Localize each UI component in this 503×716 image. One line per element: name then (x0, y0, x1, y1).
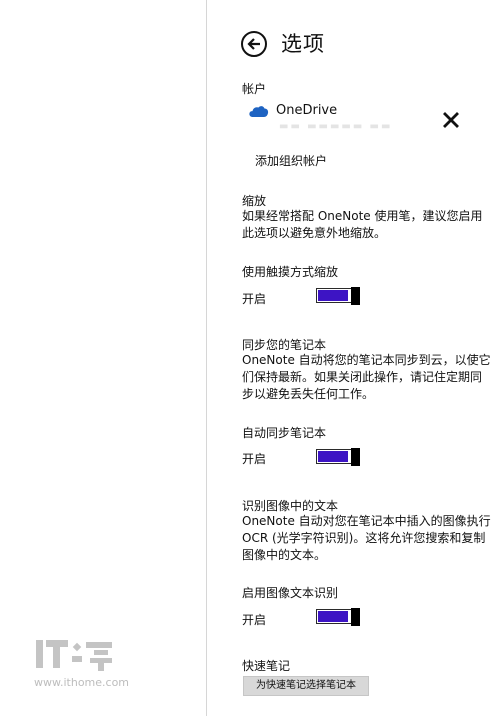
quick-notes-heading: 快速笔记 (242, 659, 291, 673)
onedrive-cloud-icon (249, 103, 269, 122)
ocr-state-label: 开启 (242, 613, 267, 627)
toggle-thumb (351, 287, 360, 305)
account-email-redacted: ▬▬ ▬▬▬▬▬ ▬▬ (279, 121, 393, 132)
ocr-setting-label: 启用图像文本识别 (242, 586, 339, 600)
watermark-logo (34, 636, 124, 674)
toggle-fill (318, 451, 348, 462)
options-flyout: 选项 帐户 OneDrive ▬▬ ▬▬▬▬▬ ▬▬ 添加组织帐户 缩放 如果经… (206, 0, 503, 716)
zoom-state-label: 开启 (242, 292, 267, 306)
remove-account-button[interactable] (442, 111, 460, 129)
app-canvas: www.ithome.com (0, 0, 206, 716)
sync-toggle[interactable] (316, 448, 360, 466)
screen: www.ithome.com 选项 帐户 OneDrive ▬▬ ▬▬▬▬▬ ▬… (0, 0, 503, 716)
sync-heading: 同步您的笔记本 (242, 338, 327, 352)
sync-description: OneNote 自动将您的笔记本同步到云，以使它们保持最新。如果关闭此操作，请记… (242, 353, 491, 401)
ocr-heading: 识别图像中的文本 (242, 499, 339, 513)
toggle-thumb (351, 448, 360, 466)
add-org-account-link[interactable]: 添加组织帐户 (255, 152, 327, 169)
ocr-toggle[interactable] (316, 608, 360, 626)
watermark: www.ithome.com (34, 636, 129, 689)
sync-setting-label: 自动同步笔记本 (242, 426, 327, 440)
watermark-url: www.ithome.com (34, 676, 130, 689)
toggle-fill (318, 290, 348, 301)
zoom-toggle[interactable] (316, 287, 360, 305)
zoom-setting-label: 使用触摸方式缩放 (242, 265, 339, 279)
zoom-description: 如果经常搭配 OneNote 使用笔，建议您启用此选项以避免意外地缩放。 (242, 209, 483, 240)
sync-state-label: 开启 (242, 452, 267, 466)
accounts-heading: 帐户 (242, 82, 267, 96)
ocr-description: OneNote 自动对您在笔记本中插入的图像执行OCR (光学字符识别)。这将允… (242, 514, 491, 562)
toggle-thumb (351, 608, 360, 626)
zoom-heading: 缩放 (242, 194, 267, 208)
choose-quick-notes-notebook-button[interactable]: 为快速笔记选择笔记本 (243, 676, 369, 696)
page-title: 选项 (281, 32, 325, 56)
toggle-fill (318, 611, 348, 622)
back-arrow-icon (247, 38, 260, 50)
onedrive-account[interactable]: OneDrive (276, 103, 337, 118)
back-button[interactable] (241, 31, 267, 57)
close-icon (443, 112, 459, 128)
